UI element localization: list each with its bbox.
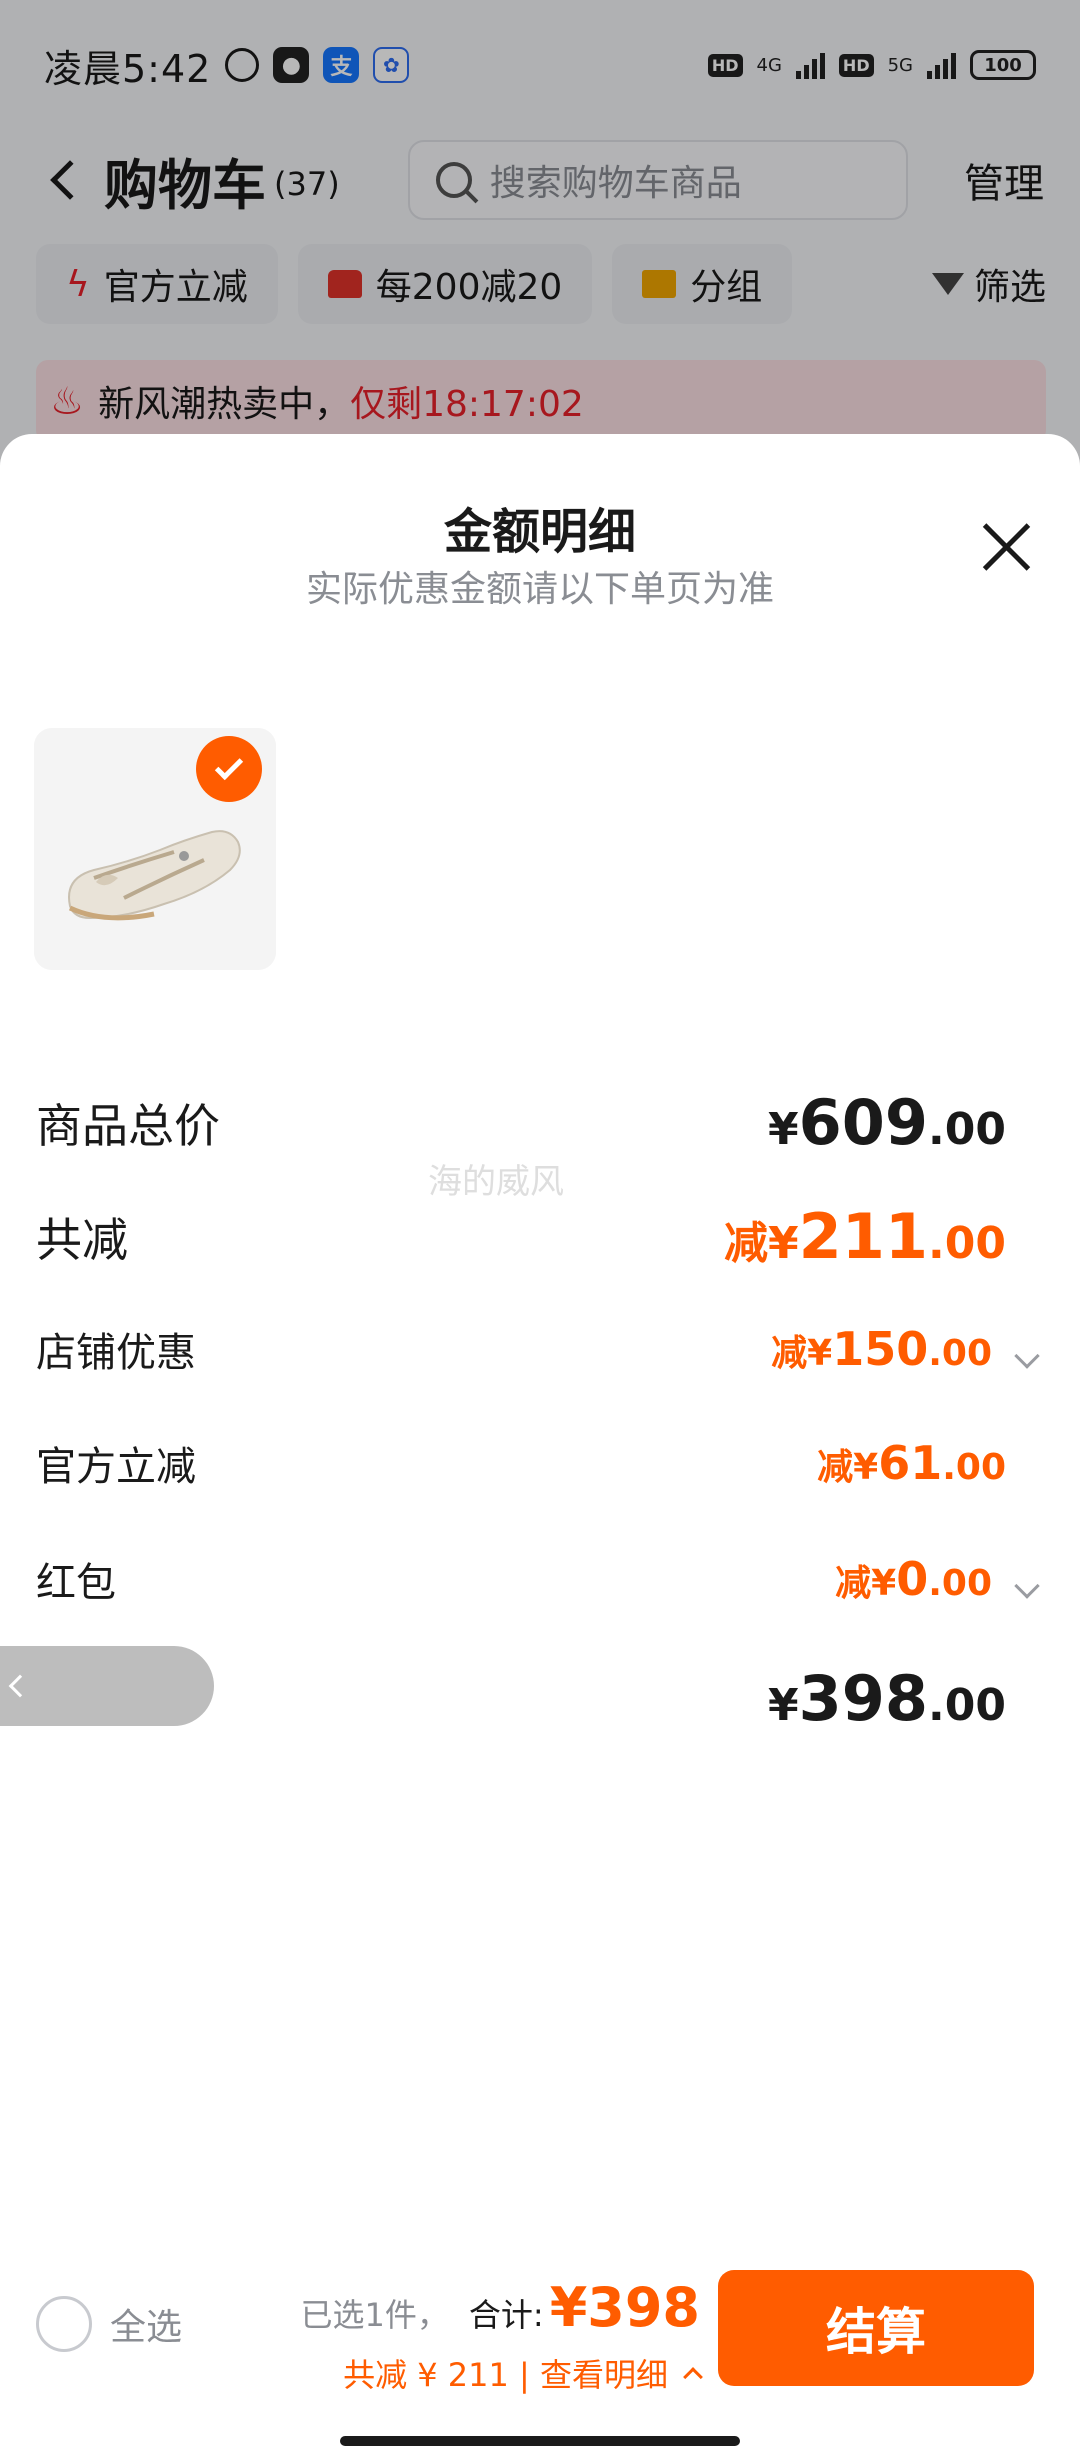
row-label: 红包 [36, 1560, 116, 1606]
row-store-discount[interactable]: 店铺优惠 减¥ 150 .00 [36, 1320, 1046, 1378]
watermark: 海的威风 [428, 1162, 564, 1202]
value-dec: .00 [928, 1563, 992, 1604]
sheet-title: 金额明细 [443, 504, 636, 560]
value-prefix: 减¥ [835, 1563, 897, 1604]
value-prefix: ¥ [768, 1104, 799, 1155]
selected-check-icon[interactable] [196, 736, 262, 802]
value-int: 150 [832, 1322, 929, 1376]
close-icon[interactable] [978, 518, 1034, 574]
selected-count: 已选1件， [300, 2296, 449, 2334]
view-details-link[interactable]: 共减 ¥ 211 | 查看明细 [343, 2350, 703, 2396]
row-label: 共减 [36, 1212, 128, 1267]
total-label: 合计: [468, 2296, 544, 2334]
row-value: 减¥ 0 .00 [835, 1552, 1046, 1606]
row-label: 店铺优惠 [36, 1330, 196, 1376]
value-dec: .00 [928, 1680, 1006, 1731]
row-label: 商品总价 [36, 1098, 220, 1153]
select-all[interactable]: 全选 [36, 2296, 182, 2352]
sheet-subtitle: 实际优惠金额请以下单页为准 [305, 569, 774, 610]
row-value: 减¥ 150 .00 [771, 1322, 1046, 1376]
row-official-discount: 官方立减 减¥ 61 .00 [36, 1434, 1046, 1492]
saved-text: 共减 ¥ 211 | 查看明细 [343, 2356, 668, 2394]
value-int: 211 [798, 1200, 929, 1273]
value-int: 398 [798, 1662, 929, 1735]
value-prefix: 减¥ [817, 1447, 879, 1488]
chevron-down-icon[interactable] [1014, 1573, 1040, 1599]
row-value: 减¥ 61 .00 [817, 1436, 1046, 1490]
checkout-button[interactable]: 结算 [718, 2270, 1034, 2386]
value-prefix: 减¥ [724, 1218, 799, 1269]
row-red-packet[interactable]: 红包 减¥ 0 .00 [36, 1550, 1046, 1608]
value-int: 609 [798, 1086, 929, 1159]
value-int: 61 [878, 1436, 943, 1490]
total-amount: ¥398 [549, 2276, 700, 2339]
value-int: 0 [896, 1552, 929, 1606]
row-value: 减¥ 211 .00 [724, 1200, 1046, 1273]
chevron-left-icon [8, 1674, 32, 1698]
value-dec: .00 [942, 1447, 1006, 1488]
checkout-bar: 全选 已选1件， 合计: ¥398 共减 ¥ 211 | 查看明细 结算 [0, 2246, 1080, 2416]
row-goods-total: 商品总价 ¥ 609 .00 [36, 1086, 1046, 1159]
chevron-up-icon [683, 2367, 703, 2387]
chevron-down-icon[interactable] [1014, 1343, 1040, 1369]
side-collapse-tab[interactable] [0, 1646, 214, 1726]
row-total-discount: 共减 减¥ 211 .00 [36, 1200, 1046, 1273]
summary-total: 已选1件， 合计: ¥398 [301, 2276, 700, 2339]
value-dec: .00 [928, 1333, 992, 1374]
value-prefix: 减¥ [771, 1333, 833, 1374]
value-prefix: ¥ [768, 1680, 799, 1731]
home-indicator[interactable] [340, 2436, 740, 2446]
row-value: ¥ 609 .00 [768, 1086, 1046, 1159]
row-label: 官方立减 [36, 1444, 196, 1490]
select-all-radio[interactable] [36, 2296, 92, 2352]
select-all-label: 全选 [110, 2307, 183, 2348]
value-dec: .00 [928, 1104, 1006, 1155]
value-dec: .00 [928, 1218, 1006, 1269]
amount-details-sheet: 金额明细 实际优惠金额请以下单页为准 海的威风 商品总价 ¥ 609 .00 共… [0, 434, 1080, 2460]
row-value: ¥ 398 .00 [768, 1662, 1046, 1735]
